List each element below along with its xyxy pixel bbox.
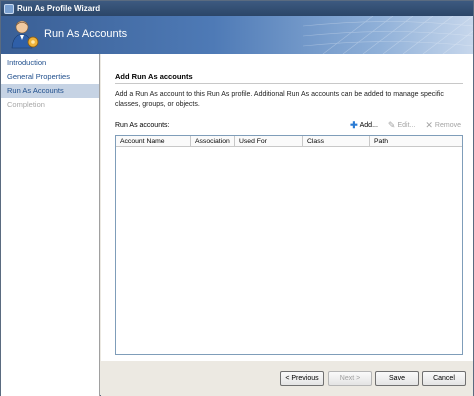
section-description: Add a Run As account to this Run As prof… <box>115 91 444 108</box>
title-bar: Run As Profile Wizard <box>1 1 473 16</box>
banner-heading: Run As Accounts <box>44 28 128 40</box>
section-divider <box>115 83 463 84</box>
nav-item-general-properties[interactable]: General Properties <box>1 70 99 84</box>
remove-icon: ✕ <box>425 120 433 130</box>
cancel-button[interactable]: Cancel <box>422 371 466 386</box>
edit-button: ✎ Edit... <box>387 120 416 130</box>
accounts-table[interactable]: Account Name Association Used For Class … <box>115 135 463 355</box>
remove-button: ✕ Remove <box>425 120 461 130</box>
add-button[interactable]: ✚ Add... <box>350 120 378 130</box>
edit-label: Edit... <box>397 121 416 129</box>
previous-button[interactable]: < Previous <box>280 371 324 386</box>
table-header: Account Name Association Used For Class … <box>116 136 462 147</box>
column-header-class[interactable]: Class <box>303 136 370 146</box>
column-header-account-name[interactable]: Account Name <box>116 136 191 146</box>
content-panel: Add Run As accounts Add a Run As account… <box>101 54 473 361</box>
section-title: Add Run As accounts <box>115 72 193 81</box>
banner-grid-decoration <box>303 16 473 54</box>
add-icon: ✚ <box>350 120 358 130</box>
column-header-path[interactable]: Path <box>370 136 462 146</box>
accounts-label: Run As accounts: <box>115 122 170 129</box>
accounts-toolbar: ✚ Add... ✎ Edit... ✕ Remove <box>350 120 461 130</box>
user-gear-icon <box>11 20 39 49</box>
next-button: Next > <box>328 371 372 386</box>
app-icon <box>4 3 14 14</box>
wizard-banner: Run As Accounts <box>1 16 473 54</box>
remove-label: Remove <box>434 121 461 129</box>
column-header-used-for[interactable]: Used For <box>235 136 303 146</box>
nav-item-run-as-accounts[interactable]: Run As Accounts <box>1 84 99 98</box>
nav-item-completion: Completion <box>7 100 45 109</box>
edit-icon: ✎ <box>387 120 396 130</box>
wizard-footer: < Previous Next > Save Cancel <box>101 361 473 396</box>
add-label: Add... <box>359 121 378 129</box>
wizard-window: Run As Profile Wizard Run As Accounts In… <box>0 0 474 396</box>
nav-item-introduction[interactable]: Introduction <box>1 56 99 70</box>
window-title: Run As Profile Wizard <box>17 4 101 13</box>
save-button[interactable]: Save <box>375 371 419 386</box>
wizard-steps-nav: Introduction General Properties Run As A… <box>1 54 100 396</box>
column-header-association[interactable]: Association <box>191 136 235 146</box>
